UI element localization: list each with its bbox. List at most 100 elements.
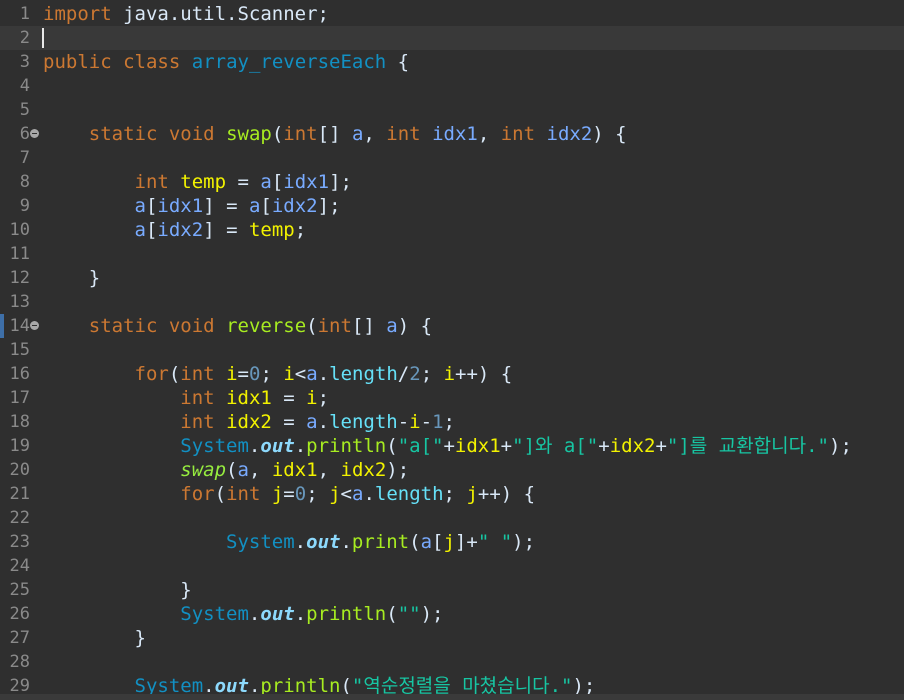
code-line-17[interactable]: 17 int idx1 = i;	[0, 386, 904, 410]
line-number: 18	[9, 412, 30, 432]
line-number: 3	[19, 52, 30, 72]
code-line-11[interactable]: 11	[0, 242, 904, 266]
code-token: out	[306, 531, 341, 553]
code-line-4[interactable]: 4	[0, 74, 904, 98]
code-text: }	[43, 578, 191, 602]
code-line-12[interactable]: 12 }	[0, 266, 904, 290]
code-line-6[interactable]: 6 static void swap(int[] a, int idx1, in…	[0, 122, 904, 146]
code-line-3[interactable]: 3 public class array_reverseEach {	[0, 50, 904, 74]
code-line-24[interactable]: 24	[0, 554, 904, 578]
code-line-9[interactable]: 9 a[idx1] = a[idx2];	[0, 194, 904, 218]
code-token: static	[88, 123, 158, 145]
code-line-8[interactable]: 8 int temp = a[idx1];	[0, 170, 904, 194]
code-token: a	[260, 171, 272, 193]
code-token: ;	[260, 363, 284, 385]
code-token: ,	[477, 123, 501, 145]
code-token: );	[420, 603, 444, 625]
code-line-10[interactable]: 10 a[idx2] = temp;	[0, 218, 904, 242]
line-number: 11	[9, 244, 30, 264]
code-token: java.util.Scanner;	[111, 3, 329, 25]
code-text: a[idx1] = a[idx2];	[43, 194, 341, 218]
code-token: ;	[294, 219, 307, 241]
code-line-16[interactable]: 16 for(int i=0; i<a.length/2; i++) {	[0, 362, 904, 386]
code-token: ;	[443, 411, 455, 433]
code-token: int	[283, 123, 318, 145]
horizontal-scrollbar[interactable]	[0, 694, 904, 700]
code-line-22[interactable]: 22	[0, 506, 904, 530]
code-token: ,	[363, 123, 387, 145]
code-token: []	[351, 315, 387, 337]
code-token: ;	[420, 363, 444, 385]
code-token: a	[237, 459, 249, 481]
code-line-7[interactable]: 7	[0, 146, 904, 170]
code-token: length	[374, 483, 444, 505]
collapse-fold-icon[interactable]	[30, 321, 39, 330]
code-token: <	[294, 363, 307, 385]
code-editor[interactable]: 1 import java.util.Scanner; 2 3 public class…	[0, 0, 904, 700]
line-number: 19	[9, 436, 30, 456]
code-line-26[interactable]: 26 System.out.println("");	[0, 602, 904, 626]
code-text: import java.util.Scanner;	[43, 2, 329, 26]
code-token: a	[134, 195, 146, 217]
code-token: []	[317, 123, 352, 145]
code-line-28[interactable]: 28	[0, 650, 904, 674]
code-token: ];	[317, 195, 341, 217]
code-token: idx1	[226, 387, 272, 409]
code-token: int	[500, 123, 536, 145]
line-number: 25	[9, 580, 30, 600]
line-number: 13	[9, 292, 30, 312]
collapse-fold-icon[interactable]	[30, 129, 39, 138]
line-number: 21	[9, 484, 30, 504]
code-line-25[interactable]: 25 }	[0, 578, 904, 602]
code-token: );	[512, 531, 536, 553]
code-token: for	[180, 483, 215, 505]
code-token: print	[351, 531, 410, 553]
code-token: (	[214, 483, 227, 505]
code-token: ) {	[592, 123, 627, 145]
code-token: static	[88, 315, 158, 337]
code-token: -	[397, 411, 410, 433]
code-text: public class array_reverseEach {	[43, 50, 409, 74]
code-line-18[interactable]: 18 int idx2 = a.length-i-1;	[0, 410, 904, 434]
code-token: public	[43, 51, 112, 73]
code-line-2[interactable]: 2	[0, 26, 904, 50]
code-token: a	[420, 531, 433, 553]
code-line-20[interactable]: 20 swap(a, idx1, idx2);	[0, 458, 904, 482]
code-token: ) {	[397, 315, 433, 337]
code-token: ;	[317, 387, 330, 409]
code-line-1[interactable]: 1 import java.util.Scanner;	[0, 2, 904, 26]
code-line-5[interactable]: 5	[0, 98, 904, 122]
code-token: 2	[409, 363, 421, 385]
code-line-14[interactable]: 14 static void reverse(int[] a) {	[0, 314, 904, 338]
code-token: System	[180, 603, 249, 625]
code-line-13[interactable]: 13	[0, 290, 904, 314]
code-token: -	[420, 411, 433, 433]
code-token: idx1	[157, 195, 204, 217]
text-cursor	[42, 28, 44, 48]
code-line-23[interactable]: 23 System.out.print(a[j]+" ");	[0, 530, 904, 554]
code-line-27[interactable]: 27 }	[0, 626, 904, 650]
code-token: i	[306, 387, 318, 409]
code-token: j	[443, 531, 455, 553]
code-token: " "	[477, 531, 513, 553]
code-line-21[interactable]: 21 for(int j=0; j<a.length; j++) {	[0, 482, 904, 506]
code-token: j	[329, 483, 341, 505]
code-token: }	[43, 627, 146, 649]
code-text: int idx2 = a.length-i-1;	[43, 410, 455, 434]
code-token: import	[43, 3, 112, 25]
code-token: idx1	[271, 459, 318, 481]
code-line-19[interactable]: 19 System.out.println("a["+idx1+"]와 a["+…	[0, 434, 904, 458]
code-token: (	[386, 603, 398, 625]
code-token: .	[248, 603, 261, 625]
line-number: 9	[19, 196, 30, 216]
code-token: +	[443, 435, 455, 457]
line-number: 22	[9, 508, 30, 528]
code-line-15[interactable]: 15	[0, 338, 904, 362]
